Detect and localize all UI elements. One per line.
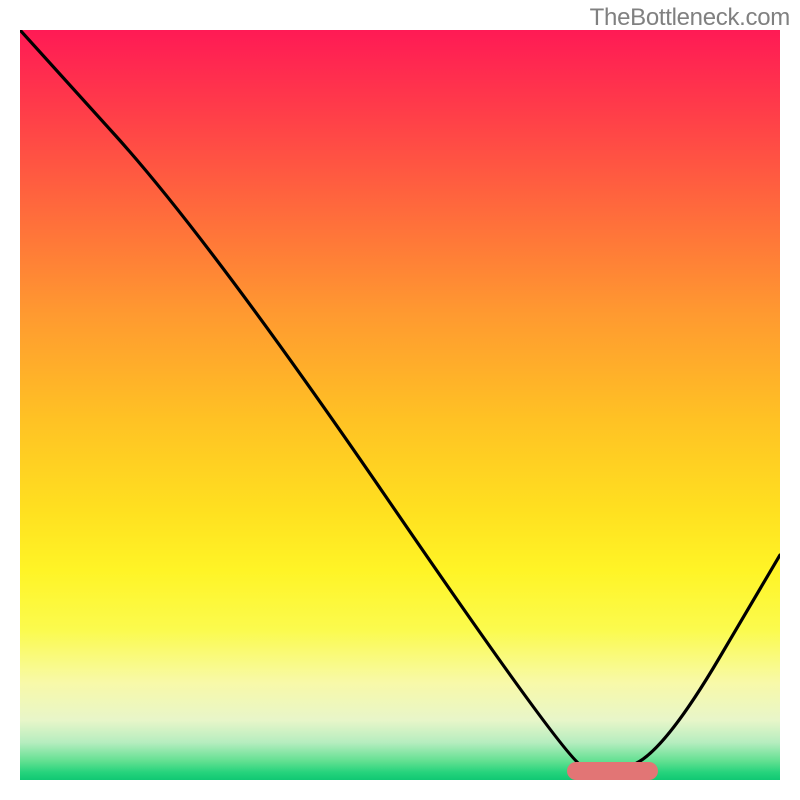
- watermark-text: TheBottleneck.com: [590, 4, 790, 32]
- chart-plot-area: [20, 30, 780, 780]
- optimal-range-marker: [567, 762, 658, 780]
- chart-curve: [20, 30, 780, 780]
